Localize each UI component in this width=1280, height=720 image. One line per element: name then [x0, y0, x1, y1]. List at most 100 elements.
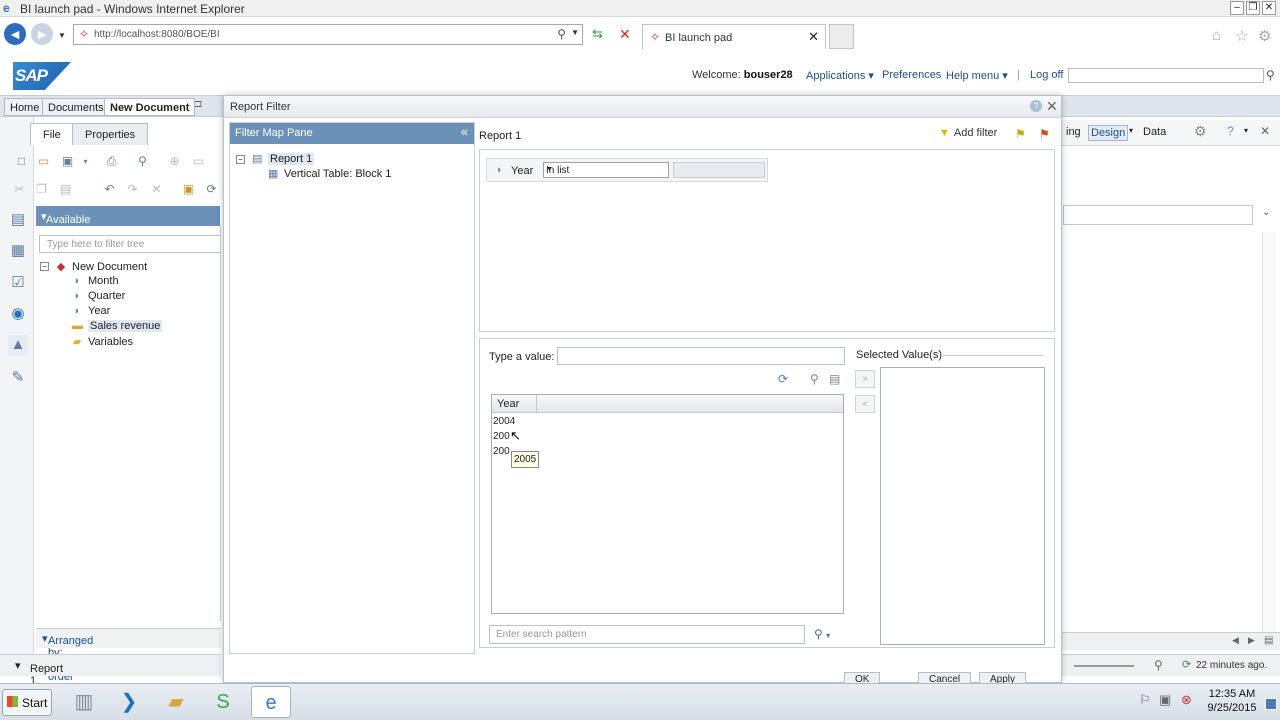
- undo-icon[interactable]: ↶: [102, 182, 117, 197]
- maximize-button[interactable]: ❐: [1246, 1, 1260, 15]
- document-structure-icon[interactable]: ✎: [8, 368, 28, 388]
- minimize-button[interactable]: –: [1230, 1, 1244, 15]
- browser-tab[interactable]: ✧ BI launch pad ✕: [642, 24, 826, 49]
- help-icon[interactable]: ?: [1227, 124, 1234, 138]
- web-services-icon[interactable]: ◉: [8, 304, 28, 324]
- map-node-block[interactable]: ▦ Vertical Table: Block 1: [268, 167, 391, 180]
- sound-icon[interactable]: ⊗: [1181, 692, 1192, 708]
- log-off-link[interactable]: Log off: [1030, 69, 1063, 81]
- zoom-icon[interactable]: ⚲: [1154, 658, 1163, 672]
- dialog-help-icon[interactable]: ?: [1030, 100, 1042, 112]
- pin-icon[interactable]: ⊐: [194, 99, 202, 110]
- collapse-pane-icon[interactable]: «: [461, 124, 468, 139]
- new-doc-icon[interactable]: □: [14, 154, 29, 169]
- sap-app-icon[interactable]: S: [203, 686, 243, 718]
- paste-icon[interactable]: ▤: [58, 182, 73, 197]
- export-icon[interactable]: ▭: [191, 154, 206, 169]
- clock[interactable]: 12:35 AM 9/25/2015: [1206, 687, 1258, 715]
- list-item[interactable]: 2004: [493, 416, 515, 427]
- data-access-icon[interactable]: ▣: [181, 182, 196, 197]
- back-button[interactable]: ◄: [4, 23, 26, 45]
- navigation-map-icon[interactable]: ▦: [8, 241, 28, 261]
- tab-new-document[interactable]: New Document: [104, 98, 196, 116]
- save-icon[interactable]: ▣: [60, 154, 75, 169]
- network-icon[interactable]: ▣: [1159, 692, 1171, 708]
- page-list-icon[interactable]: ▤: [1264, 635, 1273, 646]
- help-menu[interactable]: Help menu ▾: [946, 69, 1008, 82]
- reading-mode-label[interactable]: ing: [1066, 126, 1081, 138]
- close-window-button[interactable]: ✕: [1262, 1, 1276, 15]
- filter-options-icon[interactable]: ⚑: [1015, 127, 1026, 141]
- find-icon[interactable]: ⚲: [135, 154, 150, 169]
- save-dropdown-icon[interactable]: ▾: [78, 154, 93, 169]
- expand-formula-icon[interactable]: ⌄: [1262, 207, 1270, 218]
- refresh-data-icon[interactable]: ⟳: [204, 182, 219, 197]
- list-of-values[interactable]: Year 2004 200 200 ↖ 2005: [491, 394, 844, 614]
- flag-icon[interactable]: ⚐: [1139, 692, 1151, 708]
- tree-node-quarter[interactable]: ◗ Quarter: [72, 290, 126, 302]
- redo-icon[interactable]: ↷: [125, 182, 140, 197]
- filter-condition[interactable]: ◗ Year In list ▼: [486, 158, 768, 182]
- print-icon[interactable]: ⎙: [104, 154, 119, 169]
- design-mode-button[interactable]: Design: [1088, 125, 1129, 141]
- operator-select[interactable]: In list ▼: [543, 162, 669, 178]
- vertical-scrollbar[interactable]: [1262, 232, 1276, 632]
- remove-filter-icon[interactable]: ⚑: [1039, 127, 1050, 141]
- formula-combo[interactable]: [1063, 205, 1253, 225]
- tools-gear-icon[interactable]: ⚙: [1258, 27, 1271, 45]
- tab-properties[interactable]: Properties: [72, 123, 149, 145]
- document-summary-icon[interactable]: ▤: [8, 210, 28, 230]
- design-dropdown-icon[interactable]: ▾: [1129, 126, 1133, 135]
- applications-menu[interactable]: Applications ▾: [806, 69, 874, 82]
- tree-node-sales-revenue[interactable]: ▬ Sales revenue: [72, 320, 163, 332]
- stop-icon[interactable]: ✕: [619, 26, 631, 43]
- tree-node-year[interactable]: ◗ Year: [72, 305, 111, 317]
- type-value-input[interactable]: [557, 347, 845, 365]
- header-search-input[interactable]: [1068, 68, 1264, 83]
- search-binoculars-icon[interactable]: ⚲ ▾: [814, 627, 830, 641]
- add-value-button[interactable]: >: [855, 370, 875, 388]
- open-folder-icon[interactable]: ▭: [36, 154, 51, 169]
- tree-node-month[interactable]: ◗ Month: [72, 275, 119, 287]
- zoom-slider[interactable]: [1074, 665, 1134, 667]
- new-tab-button[interactable]: [829, 24, 854, 49]
- tab-file[interactable]: File: [30, 123, 74, 145]
- available-objects-icon[interactable]: ▲: [8, 335, 28, 355]
- refresh-values-icon[interactable]: ⟳: [778, 372, 788, 386]
- selected-values-list[interactable]: [880, 367, 1045, 645]
- powershell-icon[interactable]: ❯: [109, 686, 149, 718]
- dialog-close-icon[interactable]: ✕: [1046, 98, 1058, 115]
- internet-explorer-icon[interactable]: e: [251, 686, 291, 718]
- server-manager-icon[interactable]: ▥: [64, 686, 104, 718]
- data-mode-button[interactable]: Data: [1143, 126, 1166, 138]
- refresh-icon[interactable]: ⇆: [592, 26, 603, 42]
- history-dropdown-icon[interactable]: ▼: [58, 31, 66, 40]
- remove-value-button[interactable]: <: [855, 395, 875, 413]
- input-controls-icon[interactable]: ☑: [8, 273, 28, 293]
- url-field[interactable]: ✧ http://localhost:8080/BOE/BI ⚲ ▼: [73, 24, 583, 45]
- close-doc-icon[interactable]: ✕: [1260, 124, 1270, 138]
- report-tab[interactable]: Report 1 ▾: [15, 659, 63, 687]
- tab-documents[interactable]: Documents: [42, 98, 110, 116]
- map-collapse-icon[interactable]: −: [236, 155, 245, 164]
- forward-button[interactable]: ►: [31, 23, 53, 45]
- available-objects-header[interactable]: Available Objects ▾: [36, 206, 220, 238]
- map-node-report[interactable]: ▤ Report 1: [252, 152, 315, 165]
- close-tab-icon[interactable]: ✕: [808, 29, 819, 45]
- lov-column-year[interactable]: Year: [492, 395, 537, 413]
- tree-node-variables[interactable]: ▰ Variables: [72, 335, 133, 348]
- condition-value-field[interactable]: [673, 162, 765, 178]
- next-page-icon[interactable]: ▶: [1248, 635, 1255, 646]
- cut-icon[interactable]: ✂: [12, 182, 27, 197]
- home-icon[interactable]: ⌂: [1212, 27, 1221, 44]
- list-item[interactable]: 200: [493, 431, 510, 442]
- help-dropdown-icon[interactable]: ▾: [1244, 126, 1248, 135]
- arranged-by-bar[interactable]: Arranged by: Alphabetic order ▾: [36, 628, 221, 683]
- search-icon[interactable]: ⚲: [557, 27, 566, 41]
- show-desktop-button[interactable]: [1265, 698, 1277, 710]
- list-mode-icon[interactable]: ▤: [829, 372, 840, 386]
- settings-gear-icon[interactable]: ⚙: [1194, 123, 1207, 140]
- collapse-icon[interactable]: −: [40, 262, 49, 271]
- add-filter-button[interactable]: ▼ Add filter: [939, 127, 997, 139]
- delete-icon[interactable]: ✕: [149, 182, 164, 197]
